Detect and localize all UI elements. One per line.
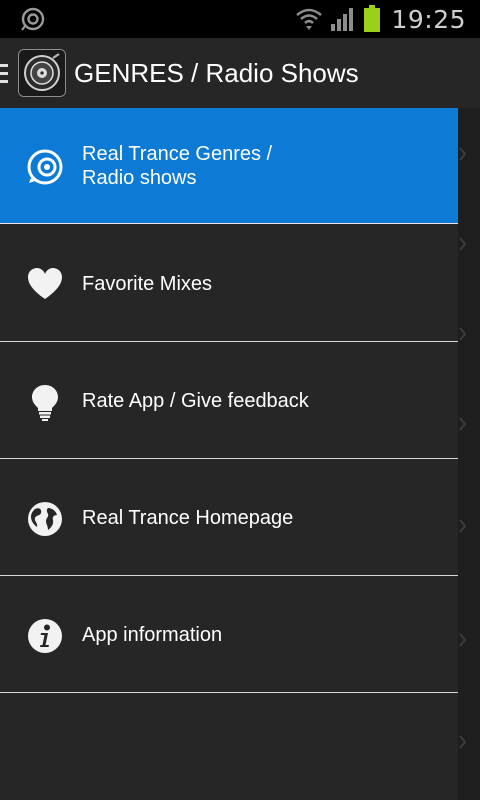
- chevron-right-icon: [459, 417, 467, 431]
- chevron-right-icon: [459, 237, 467, 251]
- drawer-item-genres[interactable]: Real Trance Genres / Radio shows: [0, 108, 458, 224]
- action-bar: GENRES / Radio Shows: [0, 38, 480, 109]
- status-time: 19:25: [391, 4, 466, 34]
- screen: 19:25 GENRES / Radio Shows Real Trance G…: [0, 0, 480, 800]
- drawer-item-label: Rate App / Give feedback: [82, 389, 309, 412]
- battery-icon: [364, 5, 381, 32]
- chevron-right-icon: [459, 519, 467, 533]
- drawer-item-homepage[interactable]: Real Trance Homepage: [0, 460, 458, 576]
- lightbulb-icon: [32, 385, 58, 421]
- status-indicators: 19:25: [295, 0, 466, 38]
- status-bar: 19:25: [0, 0, 480, 38]
- drawer-item-label: Favorite Mixes: [82, 272, 213, 295]
- globe-icon: [28, 502, 62, 536]
- drawer-item-info[interactable]: App information: [0, 577, 458, 693]
- vinyl-disc-icon: [19, 50, 65, 96]
- app-logo-icon[interactable]: [18, 49, 66, 97]
- speaker-icon: [27, 149, 63, 185]
- page-title: GENRES / Radio Shows: [74, 58, 359, 88]
- drawer-toggle-icon[interactable]: [0, 64, 8, 84]
- drawer-item-label: Real Trance Homepage: [82, 506, 294, 529]
- heart-icon: [28, 268, 62, 299]
- wifi-icon: [296, 8, 323, 30]
- radio-notification-icon: [21, 7, 45, 31]
- chevron-right-icon: [459, 327, 467, 341]
- chevron-right-icon: [459, 147, 467, 161]
- info-icon: [28, 619, 62, 653]
- drawer-item-favorites[interactable]: Favorite Mixes: [0, 226, 458, 342]
- chevron-right-icon: [459, 735, 467, 749]
- chevron-right-icon: [459, 633, 467, 647]
- drawer-item-label: App information: [82, 623, 223, 646]
- drawer-item-rate[interactable]: Rate App / Give feedback: [0, 343, 458, 459]
- navigation-drawer: Real Trance Genres / Radio shows Favorit…: [0, 108, 458, 800]
- signal-icon: [331, 8, 354, 31]
- drawer-item-label: Real Trance Genres / Radio shows: [82, 142, 273, 189]
- underlying-list-edge: [458, 108, 480, 800]
